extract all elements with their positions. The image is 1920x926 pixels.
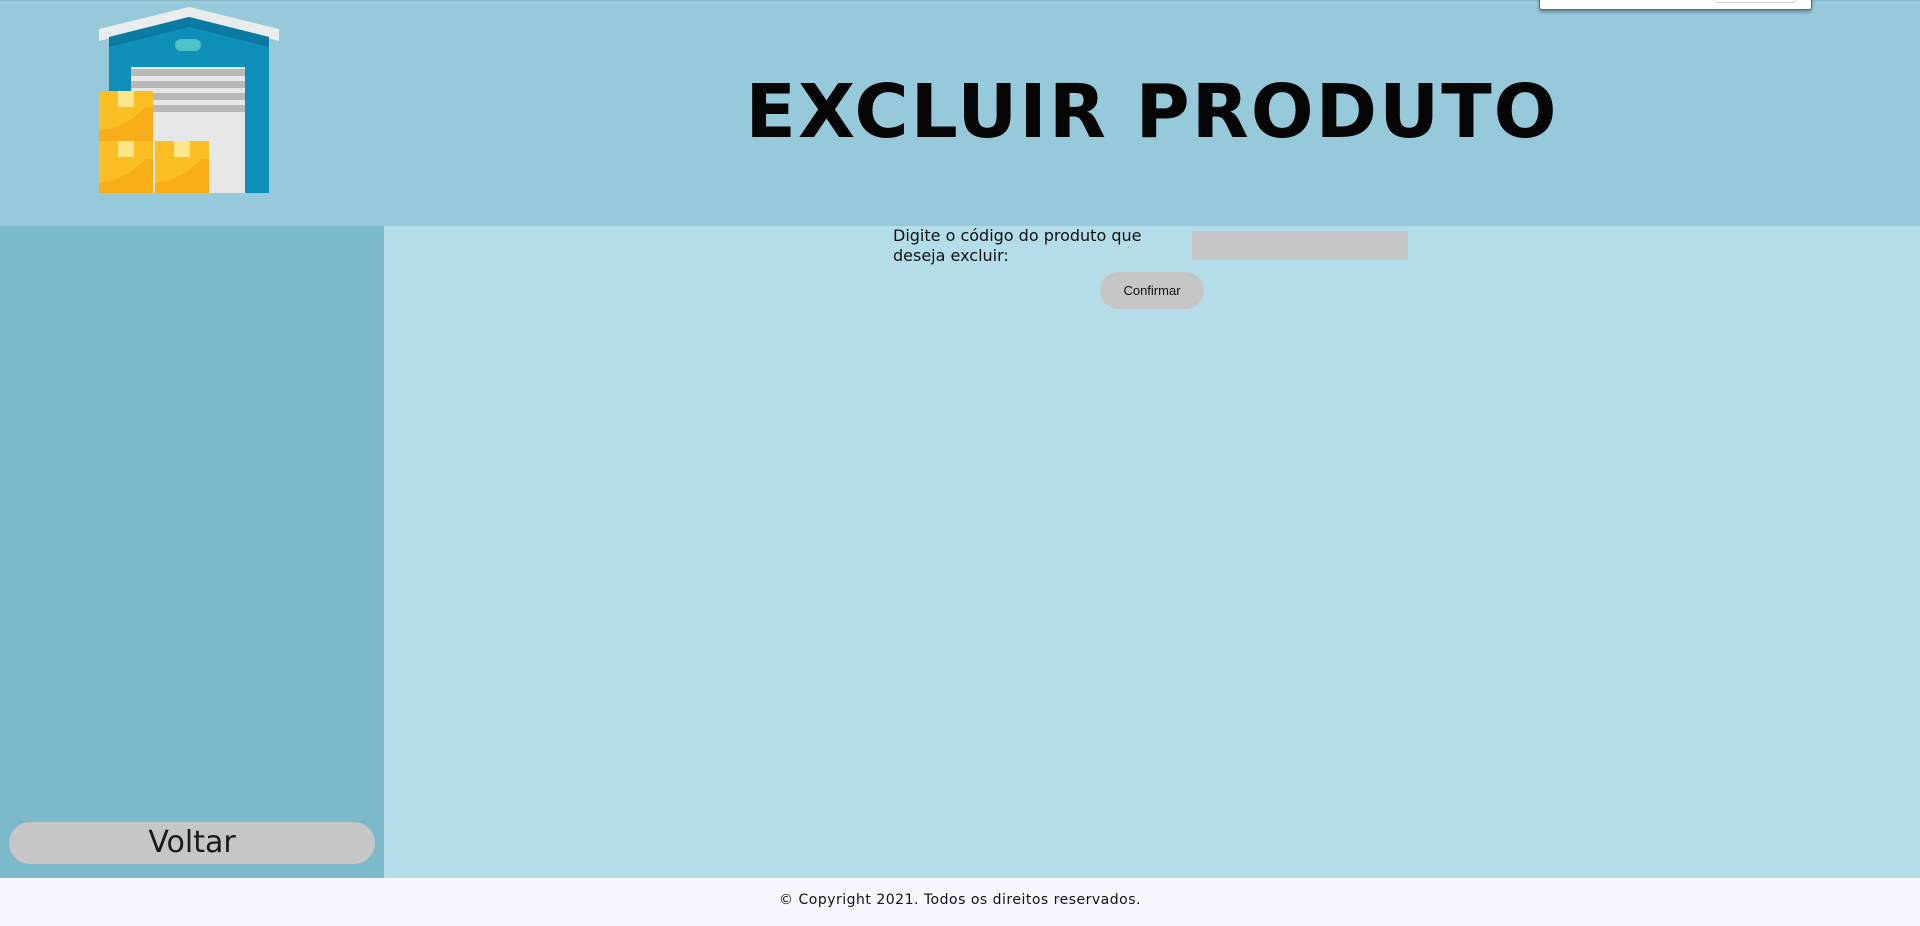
popup-fragment (1539, 0, 1812, 10)
main-content: Digite o código do produto que deseja ex… (384, 226, 1920, 878)
confirm-button[interactable]: Confirmar (1100, 272, 1204, 309)
popup-fragment-inner (1714, 0, 1796, 3)
page-title: EXCLUIR PRODUTO (745, 69, 1559, 155)
sidebar: Voltar (0, 226, 384, 878)
product-code-label: Digite o código do produto que deseja ex… (893, 226, 1142, 265)
header: EXCLUIR PRODUTO (0, 0, 1920, 226)
warehouse-icon (99, 7, 279, 193)
footer-copyright: © Copyright 2021. Todos os direitos rese… (0, 878, 1920, 926)
back-button[interactable]: Voltar (9, 822, 375, 864)
product-code-input[interactable] (1192, 231, 1408, 260)
